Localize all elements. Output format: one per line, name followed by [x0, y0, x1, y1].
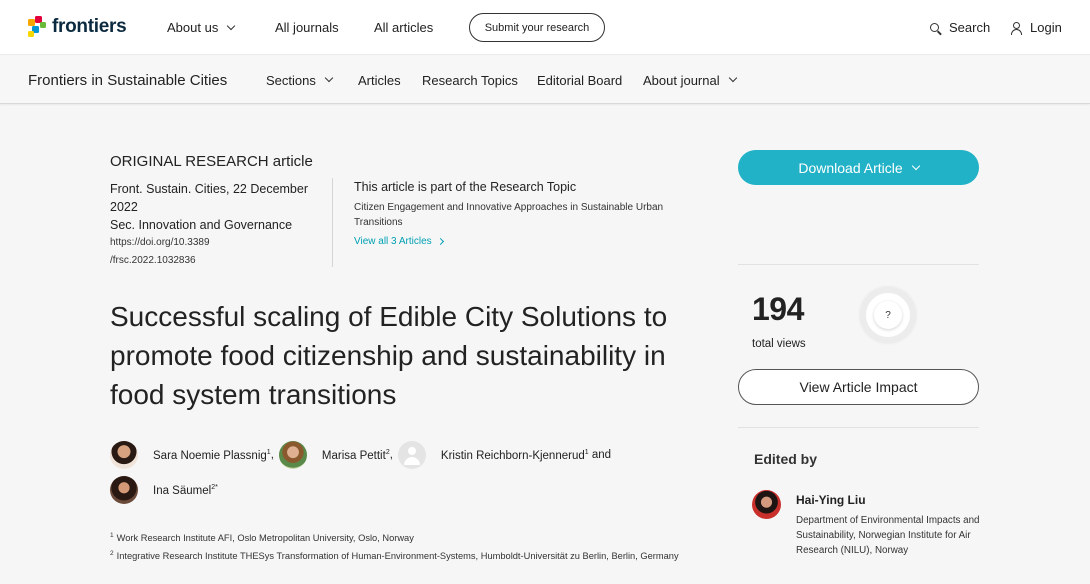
help-icon[interactable]: ?	[874, 301, 902, 329]
article-title: Successful scaling of Edible City Soluti…	[110, 301, 668, 410]
total-views-label: total views	[752, 338, 806, 350]
divider	[738, 264, 979, 265]
author-line: Ina Säumel2*	[110, 475, 710, 505]
author-line: Sara Noemie Plassnig1, Marisa Pettit2, K…	[110, 440, 710, 470]
affiliations: 1 Work Research Institute AFI, Oslo Metro…	[110, 528, 690, 564]
research-topic-name[interactable]: Citizen Engagement and Innovative Approa…	[354, 200, 664, 230]
author-name[interactable]: Marisa Pettit2	[322, 449, 390, 462]
article-meta: Front. Sustain. Cities, 22 December 2022…	[110, 180, 325, 270]
doi-link[interactable]: https://doi.org/10.3389 /frsc.2022.10328…	[110, 234, 325, 270]
nav-about-us-label: About us	[167, 20, 219, 35]
affiliation-item: 1 Work Research Institute AFI, Oslo Metro…	[110, 532, 414, 544]
journal-nav-editorial-board[interactable]: Editorial Board	[537, 56, 622, 104]
author-separator: ,	[389, 449, 393, 461]
site-header: frontiers About us All journals All arti…	[0, 0, 1090, 55]
author-separator: and	[588, 449, 612, 461]
journal-nav-sections[interactable]: Sections	[266, 56, 334, 104]
divider	[738, 427, 979, 428]
article-section: Sec. Innovation and Governance	[110, 218, 293, 232]
journal-nav-research-topics-label: Research Topics	[422, 72, 518, 88]
journal-title[interactable]: Frontiers in Sustainable Cities	[28, 56, 227, 104]
article-type: ORIGINAL RESEARCH article	[110, 153, 313, 170]
total-views-count: 194	[752, 291, 804, 327]
author-name[interactable]: Ina Säumel2*	[153, 484, 218, 497]
edited-by-heading: Edited by	[754, 451, 818, 467]
author-name[interactable]: Kristin Reichborn-Kjennerud1	[441, 449, 589, 462]
research-topic-heading: This article is part of the Research Top…	[354, 180, 577, 194]
nav-all-journals-label: All journals	[275, 20, 339, 35]
doi-line-1: https://doi.org/10.3389	[110, 237, 210, 248]
frontiers-logo[interactable]: frontiers	[28, 14, 127, 40]
author-separator: ,	[270, 449, 274, 461]
nav-all-articles-label: All articles	[374, 20, 434, 35]
search-label: Search	[949, 20, 991, 35]
journal-nav-sections-label: Sections	[266, 72, 316, 88]
research-topic-block: This article is part of the Research Top…	[354, 180, 674, 249]
search-icon	[930, 23, 939, 32]
view-all-articles-link[interactable]: View all 3 Articles	[354, 236, 444, 247]
meta-divider	[332, 178, 333, 267]
avatar-placeholder[interactable]	[397, 441, 426, 469]
journal-nav-about-journal-label: About journal	[643, 72, 720, 88]
chevron-down-icon	[324, 73, 334, 83]
chevron-down-icon	[227, 21, 236, 30]
journal-nav-bar: Frontiers in Sustainable Cities Sections…	[0, 56, 1090, 104]
journal-nav-editorial-board-label: Editorial Board	[537, 72, 623, 88]
author-list: Sara Noemie Plassnig1, Marisa Pettit2, K…	[110, 440, 710, 505]
affiliation-item: 2 Integrative Research Institute THESys T…	[110, 550, 679, 562]
avatar[interactable]	[110, 476, 138, 504]
logo-text: frontiers	[52, 16, 127, 37]
editor-name[interactable]: Hai-Ying Liu	[796, 493, 866, 507]
doi-line-2: /frsc.2022.1032836	[110, 255, 196, 266]
chevron-down-icon	[728, 73, 737, 83]
journal-nav-research-topics[interactable]: Research Topics	[422, 56, 518, 104]
submit-research-button[interactable]: Submit your research	[469, 13, 605, 42]
nav-about-us[interactable]: About us	[167, 0, 236, 55]
chevron-right-icon	[436, 237, 444, 246]
view-all-articles-label: View all 3 Articles	[354, 236, 432, 247]
author-name[interactable]: Sara Noemie Plassnig1	[153, 449, 271, 462]
avatar[interactable]	[752, 490, 781, 519]
frontiers-logo-icon	[28, 16, 46, 37]
views-help-ring: ?	[860, 287, 916, 343]
login-label: Login	[1030, 20, 1062, 35]
download-article-button[interactable]: Download Article	[738, 150, 979, 185]
nav-all-journals[interactable]: All journals	[275, 0, 339, 55]
editor-affiliation: Department of Environmental Impacts and …	[796, 515, 980, 556]
journal-nav-articles[interactable]: Articles	[358, 56, 401, 104]
login-button[interactable]: Login	[1011, 0, 1062, 55]
search-button[interactable]: Search	[930, 0, 990, 55]
download-article-label: Download Article	[798, 159, 903, 176]
nav-all-articles[interactable]: All articles	[374, 0, 433, 55]
journal-nav-about-journal[interactable]: About journal	[643, 56, 737, 104]
avatar[interactable]	[110, 441, 138, 469]
avatar[interactable]	[278, 441, 307, 469]
user-icon	[1011, 21, 1022, 35]
journal-date: Front. Sustain. Cities, 22 December 2022	[110, 182, 308, 214]
chevron-down-icon	[911, 161, 920, 170]
view-article-impact-button[interactable]: View Article Impact	[738, 369, 979, 405]
journal-nav-articles-label: Articles	[358, 72, 401, 88]
